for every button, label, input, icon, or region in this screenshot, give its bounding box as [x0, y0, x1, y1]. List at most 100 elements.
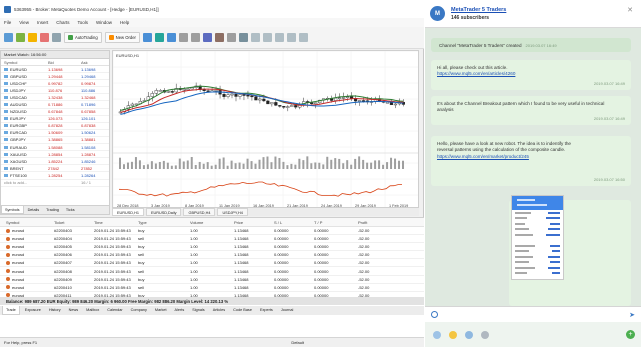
tab-details[interactable]: Details: [25, 206, 43, 214]
horizontal-line-icon[interactable]: [274, 33, 284, 42]
column-ask[interactable]: Ask: [81, 60, 114, 65]
chart-tab-eurusd-h1[interactable]: EURUSD,H1: [112, 208, 144, 216]
col-ticket[interactable]: Ticket: [54, 220, 94, 225]
tab-symbols[interactable]: Symbols: [1, 206, 24, 214]
crosshair-icon[interactable]: [250, 33, 260, 42]
tab-company[interactable]: Company: [128, 306, 150, 315]
col-price[interactable]: Price: [234, 220, 274, 225]
col-sl[interactable]: S / L: [274, 220, 314, 225]
table-row[interactable]: eurusd #2200405 2019.01.24 15:59:43 buy 1.00…: [0, 243, 424, 252]
market-watch-icon[interactable]: [28, 33, 37, 42]
column-bid[interactable]: Bid: [48, 60, 81, 65]
chart-tab-eurusd-daily[interactable]: EURUSD,Daily: [145, 208, 182, 216]
menu-tools[interactable]: Tools: [77, 20, 88, 25]
table-row[interactable]: eurusd #2200407 2019.01.24 15:59:43 buy 1.00…: [0, 259, 424, 268]
market-watch-row[interactable]: EURAUD 1.58088 1.58108: [1, 144, 109, 152]
indicators-icon[interactable]: [226, 33, 236, 42]
market-watch-row[interactable]: BRENT 27842 27852: [1, 165, 109, 173]
tab-alerts[interactable]: Alerts: [172, 306, 188, 315]
col-profit[interactable]: Profit: [358, 220, 406, 225]
tab-news[interactable]: News: [66, 306, 82, 315]
mobile-app-screenshot[interactable]: [511, 195, 564, 280]
tile-windows-icon[interactable]: [202, 33, 212, 42]
message-link[interactable]: https://www.mql5.com/en/market/product/2…: [437, 154, 529, 159]
menu-window[interactable]: Window: [96, 20, 112, 25]
emoji-icon[interactable]: [449, 330, 457, 339]
tab-articles[interactable]: Articles: [210, 306, 228, 315]
autotrading-button[interactable]: AutoTrading: [64, 32, 102, 43]
market-watch-footer[interactable]: click to add... 16 / 1: [1, 180, 109, 187]
close-icon[interactable]: ✕: [625, 6, 635, 16]
candlestick-icon[interactable]: [154, 33, 164, 42]
bar-chart-icon[interactable]: [142, 33, 152, 42]
message-link[interactable]: https://www.mql5.com/en/articles/4260: [437, 71, 515, 76]
col-time[interactable]: Time: [94, 220, 138, 225]
vertical-line-icon[interactable]: [262, 33, 272, 42]
col-volume[interactable]: Volume: [190, 220, 234, 225]
col-type[interactable]: Type: [138, 220, 190, 225]
profiles-icon[interactable]: [16, 33, 25, 42]
table-row[interactable]: eurusd #2200404 2019.01.24 15:59:43 sell 1.0…: [0, 235, 424, 244]
trendline-icon[interactable]: [286, 33, 296, 42]
new-chart-icon[interactable]: [4, 33, 13, 42]
market-watch-row[interactable]: GBPUSD 1.29448 1.29468: [1, 73, 109, 81]
tab-exposure[interactable]: Exposure: [22, 306, 44, 315]
tab-trading[interactable]: Trading: [43, 206, 62, 214]
menu-charts[interactable]: Charts: [56, 20, 69, 25]
menu-help[interactable]: Help: [120, 20, 129, 25]
market-watch-row[interactable]: USDCHF 0.99782 0.99874: [1, 80, 109, 88]
market-watch-row[interactable]: XAUUSD 1.28854 1.28874: [1, 151, 109, 159]
price-chart[interactable]: 28 Dec 2018 3 Jan 2019 8 Jan 2019 11 Jan 20…: [112, 50, 419, 208]
line-chart-icon[interactable]: [166, 33, 176, 42]
tab-trade[interactable]: Trade: [2, 306, 20, 315]
table-row[interactable]: eurusd #2200403 2019.01.24 15:59:43 buy 1.00…: [0, 227, 424, 236]
tab-signals[interactable]: Signals: [189, 306, 207, 315]
new-order-button[interactable]: New Order: [104, 32, 140, 43]
tab-experts[interactable]: Experts: [257, 306, 276, 315]
chart-tab-gbpusd-h4[interactable]: GBPUSD,H4: [183, 208, 216, 216]
tab-mailbox[interactable]: Mailbox: [83, 306, 102, 315]
tab-calendar[interactable]: Calendar: [104, 306, 125, 315]
col-symbol[interactable]: Symbol: [6, 220, 54, 225]
market-watch-row[interactable]: NZDUSD 0.67848 0.67858: [1, 109, 109, 116]
message-input-bar[interactable]: ➤: [425, 306, 641, 322]
attach-icon[interactable]: [431, 311, 438, 318]
tab-journal[interactable]: Journal: [278, 306, 296, 315]
market-watch-row[interactable]: USDJPY 110.876 110.886: [1, 87, 109, 95]
table-row[interactable]: eurusd #2200409 2019.01.24 15:59:43 buy 1.00…: [0, 276, 424, 284]
menu-insert[interactable]: Insert: [37, 20, 48, 25]
menu-view[interactable]: View: [19, 20, 29, 25]
market-watch-row[interactable]: AUDUSD 0.71886 0.71896: [1, 101, 109, 109]
channel-name-link[interactable]: MetaTrader 5 Traders: [451, 7, 506, 13]
settings-icon[interactable]: [465, 330, 473, 339]
tab-code-base[interactable]: Code Base: [230, 306, 255, 315]
table-row[interactable]: eurusd #2200408 2019.01.24 15:59:43 sell 1.0…: [0, 267, 424, 276]
speaker-icon[interactable]: [481, 330, 489, 339]
periods-icon[interactable]: [238, 33, 248, 42]
terminal-icon[interactable]: [52, 33, 61, 42]
chart-tab-usdjpy-h4[interactable]: USDJPY,H4: [217, 208, 248, 216]
add-icon[interactable]: +: [626, 330, 635, 339]
market-watch-row[interactable]: USDCAD 1.32438 1.32468: [1, 94, 109, 102]
tab-market[interactable]: Market: [152, 306, 170, 315]
chart-canvas[interactable]: 28 Dec 2018 3 Jan 2019 8 Jan 2019 11 Jan 20…: [113, 51, 419, 208]
market-watch-row[interactable]: GBPJPY 1.38865 1.38881: [1, 137, 109, 145]
channel-avatar[interactable]: M: [430, 6, 445, 21]
table-row[interactable]: eurusd #2200410 2019.01.24 15:59:43 sell 1.0…: [0, 284, 424, 292]
market-watch-row[interactable]: FTSE100 1.28254 1.28264: [1, 172, 109, 180]
table-row[interactable]: eurusd #2200406 2019.01.24 15:59:43 sell 1.0…: [0, 251, 424, 260]
zoom-out-icon[interactable]: [190, 33, 200, 42]
col-tp[interactable]: T / P: [314, 220, 358, 225]
market-watch-row[interactable]: EURGBP 0.87828 0.87838: [1, 123, 109, 130]
scroll-chart-icon[interactable]: [214, 33, 224, 42]
tab-history[interactable]: History: [46, 306, 64, 315]
zoom-in-icon[interactable]: [178, 33, 188, 42]
market-watch-row[interactable]: EURUSD 1.13698 1.13698: [1, 66, 109, 74]
market-watch-row[interactable]: XAGUSD 1.85224 1.85246: [1, 158, 109, 166]
send-icon[interactable]: ➤: [629, 311, 635, 319]
market-watch-row[interactable]: EURCAD 1.50609 1.50624: [1, 130, 109, 137]
chat-icon[interactable]: [433, 330, 441, 339]
text-tool-icon[interactable]: [298, 33, 308, 42]
navigator-icon[interactable]: [40, 33, 49, 42]
column-symbol[interactable]: Symbol: [4, 60, 48, 65]
